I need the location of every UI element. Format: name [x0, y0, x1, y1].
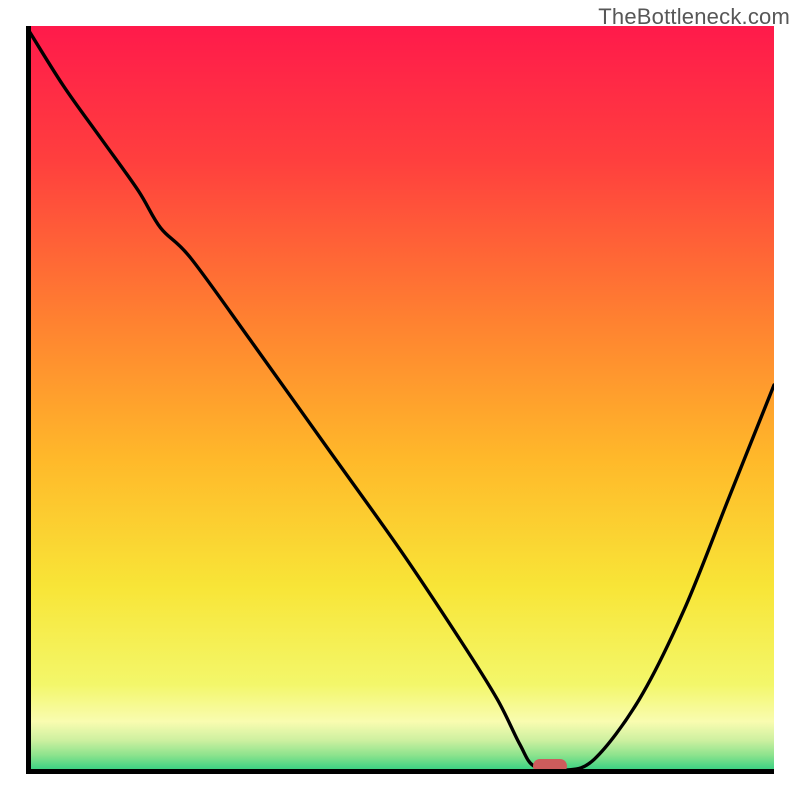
optimal-point-marker	[533, 759, 567, 773]
plot-area	[26, 26, 774, 774]
chart-container: TheBottleneck.com	[0, 0, 800, 800]
heatmap-background	[26, 26, 774, 774]
